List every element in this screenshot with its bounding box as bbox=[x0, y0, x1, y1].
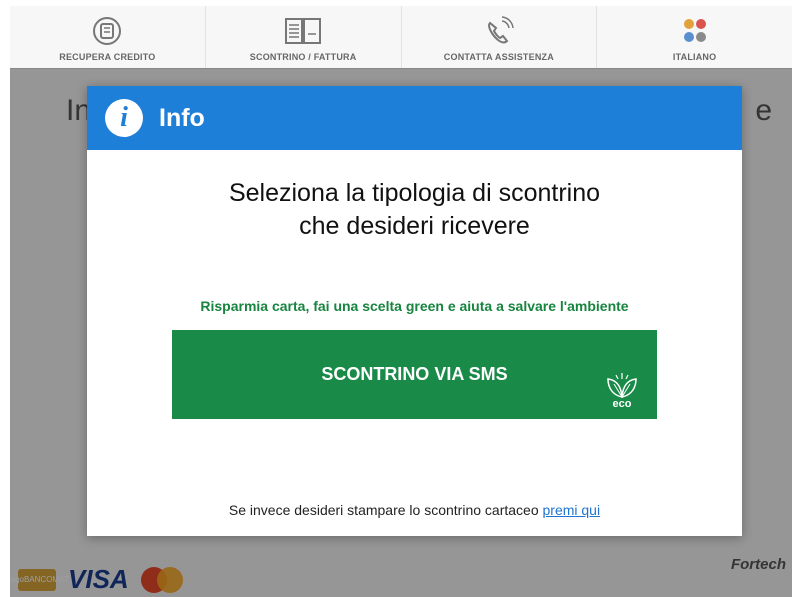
question-line-2: che desideri ricevere bbox=[299, 212, 530, 240]
nav-label: RECUPERA CREDITO bbox=[59, 52, 156, 62]
sms-button-label: SCONTRINO VIA SMS bbox=[321, 364, 508, 384]
nav-recupera-credito[interactable]: RECUPERA CREDITO bbox=[10, 6, 206, 68]
nav-label: ITALIANO bbox=[672, 52, 717, 62]
nav-italiano[interactable]: ITALIANO bbox=[597, 6, 792, 68]
dialog-header: i Info bbox=[87, 86, 742, 150]
question-line-1: Seleziona la tipologia di scontrino bbox=[228, 179, 601, 207]
eco-badge: eco bbox=[599, 371, 645, 411]
info-icon: i bbox=[105, 99, 143, 137]
sms-receipt-button[interactable]: SCONTRINO VIA SMS eco bbox=[172, 330, 657, 419]
paper-receipt-text: Se invece desideri stampare lo scontrino… bbox=[228, 502, 539, 518]
eco-message: Risparmia carta, fai una scelta green e … bbox=[200, 298, 629, 314]
receipt-invoice-icon bbox=[283, 13, 323, 49]
nav-contatta-assistenza[interactable]: CONTATTA ASSISTENZA bbox=[402, 6, 598, 68]
top-navigation: RECUPERA CREDITO SCONTRINO / FATTURA CON… bbox=[10, 6, 792, 69]
recover-credit-icon bbox=[87, 13, 127, 49]
phone-support-icon bbox=[479, 13, 519, 49]
info-dialog: i Info Seleziona la tipologia di scontri… bbox=[87, 86, 742, 536]
nav-label: SCONTRINO / FATTURA bbox=[249, 52, 357, 62]
dialog-question: Seleziona la tipologia di scontrino che … bbox=[87, 177, 742, 243]
eco-badge-label: eco bbox=[612, 398, 632, 410]
language-flags-icon bbox=[675, 13, 715, 49]
eco-leaves-icon bbox=[607, 373, 637, 398]
nav-scontrino-fattura[interactable]: SCONTRINO / FATTURA bbox=[206, 6, 402, 68]
paper-receipt-link[interactable]: premi qui bbox=[543, 502, 601, 518]
nav-label: CONTATTA ASSISTENZA bbox=[443, 52, 554, 62]
dialog-title: Info bbox=[159, 103, 205, 132]
paper-receipt-line: Se invece desideri stampare lo scontrino… bbox=[87, 502, 742, 518]
